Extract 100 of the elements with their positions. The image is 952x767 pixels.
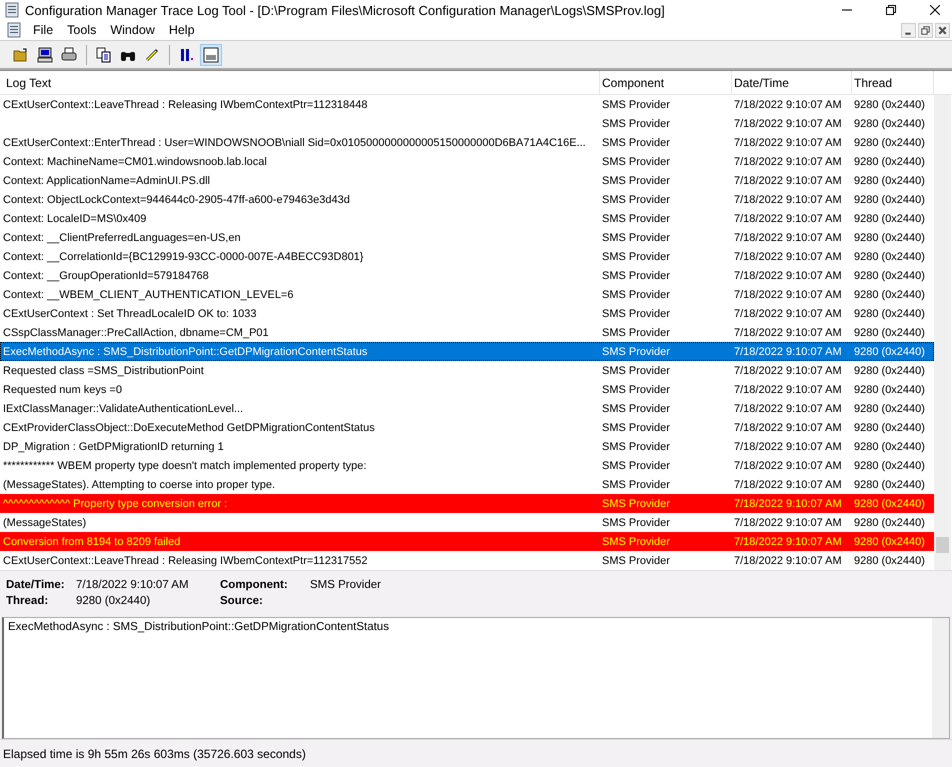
datetime-text: 7/18/2022 9:10:07 AM xyxy=(734,516,842,528)
log-text: Requested class =SMS_DistributionPoint xyxy=(3,364,204,376)
thread-text: 9280 (0x2440) xyxy=(854,498,925,510)
log-row[interactable]: CExtUserContext::LeaveThread : Releasing IWbemContextPtr=112318448 SMS Provider 7/18/2022 9:10:07 AM 9280 (0x2440) xyxy=(0,95,934,114)
window-title: Configuration Manager Trace Log Tool - [D:\Program Files\Microsoft Configuration Manager\Logs\SMSProv.log] xyxy=(25,2,666,18)
component-text: SMS Provider xyxy=(602,194,670,206)
component-text: SMS Provider xyxy=(602,250,670,262)
datetime-text: 7/18/2022 9:10:07 AM xyxy=(734,440,842,452)
minimize-icon[interactable] xyxy=(901,22,916,38)
component-text: SMS Provider xyxy=(602,308,670,320)
log-text: Conversion from 8194 to 8209 failed xyxy=(3,536,180,548)
datetime-text: 7/18/2022 9:10:07 AM xyxy=(734,136,842,148)
field-label: Date/Time: xyxy=(6,579,66,591)
scrollbar[interactable] xyxy=(932,618,949,738)
log-row[interactable]: CExtProviderClassObject::DoExecuteMethod GetDPMigrationContentStatus SMS Provider 7/18/2022 9:10:07 AM 9280 (0x2440) xyxy=(0,418,934,437)
thread-text: 9280 (0x2440) xyxy=(854,232,925,244)
datetime-text: 7/18/2022 9:10:07 AM xyxy=(734,422,842,434)
log-row[interactable]: DP_Migration : GetDPMigrationID returning 1 SMS Provider 7/18/2022 9:10:07 AM 9280 (0x2440) xyxy=(0,437,934,456)
log-row[interactable]: CExtUserContext::LeaveThread : Releasing IWbemContextPtr=112317552 SMS Provider 7/18/2022 9:10:07 AM 9280 (0x2440) xyxy=(0,551,934,570)
log-row[interactable]: IExtClassManager::ValidateAuthenticationLevel... SMS Provider 7/18/2022 9:10:07 AM 9280 (0x2440) xyxy=(0,399,934,418)
thread-text: 9280 (0x2440) xyxy=(854,250,925,262)
thread-text: 9280 (0x2440) xyxy=(854,194,925,206)
printer-icon xyxy=(61,46,77,62)
log-text: CSspClassManager::PreCallAction, dbname=CM_P01 xyxy=(3,326,269,338)
scrollbar[interactable] xyxy=(934,95,951,570)
log-row[interactable]: SMS Provider 7/18/2022 9:10:07 AM 9280 (0x2440) xyxy=(0,114,934,133)
log-row[interactable]: Conversion from 8194 to 8209 failed SMS Provider 7/18/2022 9:10:07 AM 9280 (0x2440) xyxy=(0,532,934,551)
thread-text: 9280 (0x2440) xyxy=(854,402,925,414)
app-icon xyxy=(4,2,20,18)
column-header[interactable]: Date/Time xyxy=(732,71,852,94)
log-text: CExtUserContext::LeaveThread : Releasing IWbemContextPtr=112317552 xyxy=(3,554,368,566)
message-box[interactable]: ExecMethodAsync : SMS_DistributionPoint::GetDPMigrationContentStatus xyxy=(2,617,950,739)
datetime-text: 7/18/2022 9:10:07 AM xyxy=(734,156,842,168)
datetime-text: 7/18/2022 9:10:07 AM xyxy=(734,536,842,548)
scroll-thumb[interactable] xyxy=(936,537,949,553)
datetime-text: 7/18/2022 9:10:07 AM xyxy=(734,118,842,130)
column-header[interactable]: Log Text xyxy=(0,71,600,94)
datetime-text: 7/18/2022 9:10:07 AM xyxy=(734,364,842,376)
datetime-text: 7/18/2022 9:10:07 AM xyxy=(734,308,842,320)
datetime-text: 7/18/2022 9:10:07 AM xyxy=(734,498,842,510)
component-text: SMS Provider xyxy=(602,212,670,224)
panel-icon xyxy=(203,46,219,62)
log-text: Context: LocaleID=MS\0x409 xyxy=(3,212,146,224)
log-row[interactable]: ************ WBEM property type doesn't match implemented property type: SMS Provider 7/18/2022 9:10:07 AM 9280 (0x2440) xyxy=(0,456,934,475)
folder-icon xyxy=(13,46,29,62)
datetime-text: 7/18/2022 9:10:07 AM xyxy=(734,460,842,472)
log-row[interactable]: Context: __CorrelationId={BC129919-93CC-0000-007E-A4BECC93D801} SMS Provider 7/18/2022 9:10:07 AM 9280 (0x2440) xyxy=(0,247,934,266)
log-text: DP_Migration : GetDPMigrationID returning 1 xyxy=(3,440,224,452)
log-row[interactable]: Context: __GroupOperationId=579184768 SMS Provider 7/18/2022 9:10:07 AM 9280 (0x2440) xyxy=(0,266,934,285)
component-text: SMS Provider xyxy=(602,232,670,244)
thread-text: 9280 (0x2440) xyxy=(854,156,925,168)
log-text: Context: MachineName=CM01.windowsnoob.lab.local xyxy=(3,156,267,168)
close-icon[interactable] xyxy=(930,5,940,15)
log-row[interactable]: (MessageStates) SMS Provider 7/18/2022 9:10:07 AM 9280 (0x2440) xyxy=(0,513,934,532)
log-row[interactable]: CExtUserContext::EnterThread : User=WINDOWSNOOB\niall Sid=0x0105000000000005150000000D6BA71A4C16E... SMS Provider 7/18/2022 9:10:07 AM 9280 (0x2440) xyxy=(0,133,934,152)
menu-item[interactable]: File xyxy=(27,23,62,37)
component-text: SMS Provider xyxy=(602,478,670,490)
thread-text: 9280 (0x2440) xyxy=(854,118,925,130)
log-row[interactable]: Context: __ClientPreferredLanguages=en-US,en SMS Provider 7/18/2022 9:10:07 AM 9280 (0x2440) xyxy=(0,228,934,247)
column-header[interactable]: Component xyxy=(600,71,732,94)
datetime-text: 7/18/2022 9:10:07 AM xyxy=(734,554,842,566)
column-header[interactable]: Thread xyxy=(852,71,934,94)
log-row[interactable]: ExecMethodAsync : SMS_DistributionPoint::GetDPMigrationContentStatus SMS Provider 7/18/2022 9:10:07 AM 9280 (0x2440) xyxy=(0,342,934,361)
log-row[interactable]: ^^^^^^^^^^^^^ Property type conversion error : SMS Provider 7/18/2022 9:10:07 AM 9280 (0x2440) xyxy=(0,494,934,513)
log-row[interactable]: Context: MachineName=CM01.windowsnoob.lab.local SMS Provider 7/18/2022 9:10:07 AM 9280 (0x2440) xyxy=(0,152,934,171)
field-label: Component: xyxy=(220,579,289,591)
component-text: SMS Provider xyxy=(602,136,670,148)
restore-icon[interactable] xyxy=(886,5,896,15)
thread-text: 9280 (0x2440) xyxy=(854,136,925,148)
menu-item[interactable]: Help xyxy=(162,23,203,37)
log-row[interactable]: Context: ObjectLockContext=944644c0-2905-47ff-a600-e79463e3d43d SMS Provider 7/18/2022 9:10:07 AM 9280 (0x2440) xyxy=(0,190,934,209)
component-text: SMS Provider xyxy=(602,364,670,376)
document-icon xyxy=(6,22,22,38)
log-row[interactable]: Requested class =SMS_DistributionPoint SMS Provider 7/18/2022 9:10:07 AM 9280 (0x2440) xyxy=(0,361,934,380)
log-row[interactable]: Context: __WBEM_CLIENT_AUTHENTICATION_LEVEL=6 SMS Provider 7/18/2022 9:10:07 AM 9280 (0x2440) xyxy=(0,285,934,304)
component-text: SMS Provider xyxy=(602,98,670,110)
menu-item[interactable]: Window xyxy=(104,23,163,37)
log-row[interactable]: CExtUserContext : Set ThreadLocaleID OK to: 1033 SMS Provider 7/18/2022 9:10:07 AM 9280 (0x2440) xyxy=(0,304,934,323)
datetime-text: 7/18/2022 9:10:07 AM xyxy=(734,326,842,338)
component-text: SMS Provider xyxy=(602,516,670,528)
log-row[interactable]: Requested num keys =0 SMS Provider 7/18/2022 9:10:07 AM 9280 (0x2440) xyxy=(0,380,934,399)
component-text: SMS Provider xyxy=(602,288,670,300)
log-text: ExecMethodAsync : SMS_DistributionPoint::GetDPMigrationContentStatus xyxy=(3,346,368,358)
log-text: Context: __CorrelationId={BC129919-93CC-0000-007E-A4BECC93D801} xyxy=(3,250,364,262)
log-text: CExtUserContext::EnterThread : User=WINDOWSNOOB\niall Sid=0x0105000000000005150000000D6BA71A4C16E... xyxy=(3,136,586,148)
log-text: (MessageStates). Attempting to coerse into proper type. xyxy=(3,478,276,490)
log-row[interactable]: CSspClassManager::PreCallAction, dbname=CM_P01 SMS Provider 7/18/2022 9:10:07 AM 9280 (0x2440) xyxy=(0,323,934,342)
log-row[interactable]: Context: LocaleID=MS\0x409 SMS Provider 7/18/2022 9:10:07 AM 9280 (0x2440) xyxy=(0,209,934,228)
log-text: Context: __GroupOperationId=579184768 xyxy=(3,270,209,282)
thread-text: 9280 (0x2440) xyxy=(854,326,925,338)
menu-item[interactable]: Tools xyxy=(61,23,104,37)
log-text: Requested num keys =0 xyxy=(3,384,122,396)
thread-text: 9280 (0x2440) xyxy=(854,308,925,320)
log-text: CExtUserContext::LeaveThread : Releasing IWbemContextPtr=112318448 xyxy=(3,98,368,110)
thread-text: 9280 (0x2440) xyxy=(854,288,925,300)
thread-text: 9280 (0x2440) xyxy=(854,536,925,548)
toolbar-button[interactable] xyxy=(200,44,222,66)
log-row[interactable]: (MessageStates). Attempting to coerse into proper type. SMS Provider 7/18/2022 9:10:07 AM 9280 (0x2440) xyxy=(0,475,934,494)
log-row[interactable]: Context: ApplicationName=AdminUI.PS.dll SMS Provider 7/18/2022 9:10:07 AM 9280 (0x2440) xyxy=(0,171,934,190)
component-text: SMS Provider xyxy=(602,270,670,282)
